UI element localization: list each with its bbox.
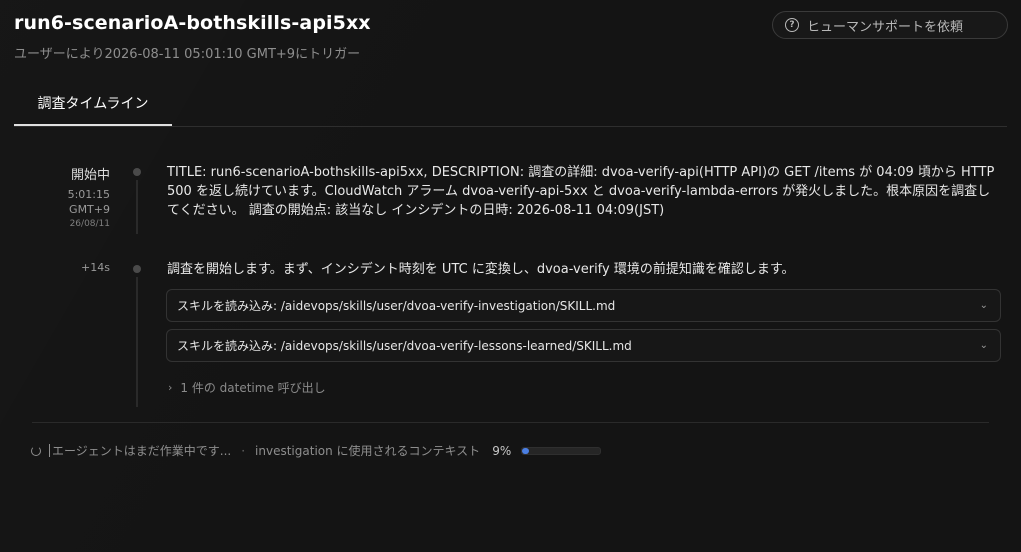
page-title: run6-scenarioA-bothskills-api5xx — [14, 12, 371, 34]
entry-offset: +14s — [81, 261, 110, 274]
request-human-support-button[interactable]: ? ヒューマンサポートを依頼 — [772, 11, 1008, 39]
entry-date: 26/08/11 — [69, 219, 110, 229]
tab-investigation-timeline[interactable]: 調査タイムライン — [14, 82, 172, 126]
timeline-entry-1-text: TITLE: run6-scenarioA-bothskills-api5xx,… — [167, 165, 995, 218]
entry-timezone: GMT+9 — [69, 203, 110, 216]
tab-bar: 調査タイムライン — [14, 82, 1007, 127]
entry-status: 開始中 — [70, 168, 110, 183]
tab-label: 調査タイムライン — [37, 96, 149, 112]
timeline-connector — [136, 277, 138, 407]
timeline-entry-2-text: 調査を開始します。まず、インシデント時刻を UTC に変換し、dvoa-veri… — [167, 262, 795, 277]
timeline-entry-2-timestamp: +14s — [0, 260, 110, 275]
agent-status-bar: エージェントはまだ作業中です... · investigation に使用される… — [31, 442, 602, 459]
investigation-page: run6-scenarioA-bothskills-api5xx ユーザーにより… — [0, 0, 1021, 552]
help-button-label: ヒューマンサポートを依頼 — [807, 19, 964, 35]
timeline-dot — [133, 168, 141, 176]
context-label: investigation に使用されるコンテキスト — [255, 444, 481, 458]
chevron-down-icon: ⌄ — [979, 300, 988, 311]
skill-load-item[interactable]: スキルを読み込み: /aidevops/skills/user/dvoa-ver… — [166, 329, 1001, 362]
timeline-entry-1-timestamp: 開始中 5:01:15 GMT+9 26/08/11 — [0, 164, 110, 232]
text-caret — [49, 444, 50, 457]
calls-label: 1 件の datetime 呼び出し — [180, 381, 326, 395]
entry-time: 5:01:15 — [67, 188, 110, 201]
timeline-dot — [133, 265, 141, 273]
skill-label: スキルを読み込み: /aidevops/skills/user/dvoa-ver… — [177, 299, 616, 313]
question-circle-icon: ? — [785, 18, 799, 32]
trigger-subtitle: ユーザーにより2026-08-11 05:01:10 GMT+9にトリガー — [14, 47, 361, 62]
skill-label: スキルを読み込み: /aidevops/skills/user/dvoa-ver… — [177, 339, 632, 353]
agent-status-text: エージェントはまだ作業中です... — [52, 444, 232, 458]
timeline-connector — [136, 180, 138, 234]
skill-load-item[interactable]: スキルを読み込み: /aidevops/skills/user/dvoa-ver… — [166, 289, 1001, 322]
divider — [32, 422, 989, 423]
chevron-right-icon: › — [168, 381, 173, 394]
chevron-down-icon: ⌄ — [979, 340, 988, 351]
loading-spinner-icon — [31, 445, 41, 456]
context-progress-bar — [521, 446, 602, 455]
context-progress-fill — [522, 447, 530, 454]
datetime-calls-toggle[interactable]: › 1 件の datetime 呼び出し — [168, 379, 326, 396]
context-percent: 9% — [492, 443, 512, 458]
separator: · — [241, 443, 246, 458]
